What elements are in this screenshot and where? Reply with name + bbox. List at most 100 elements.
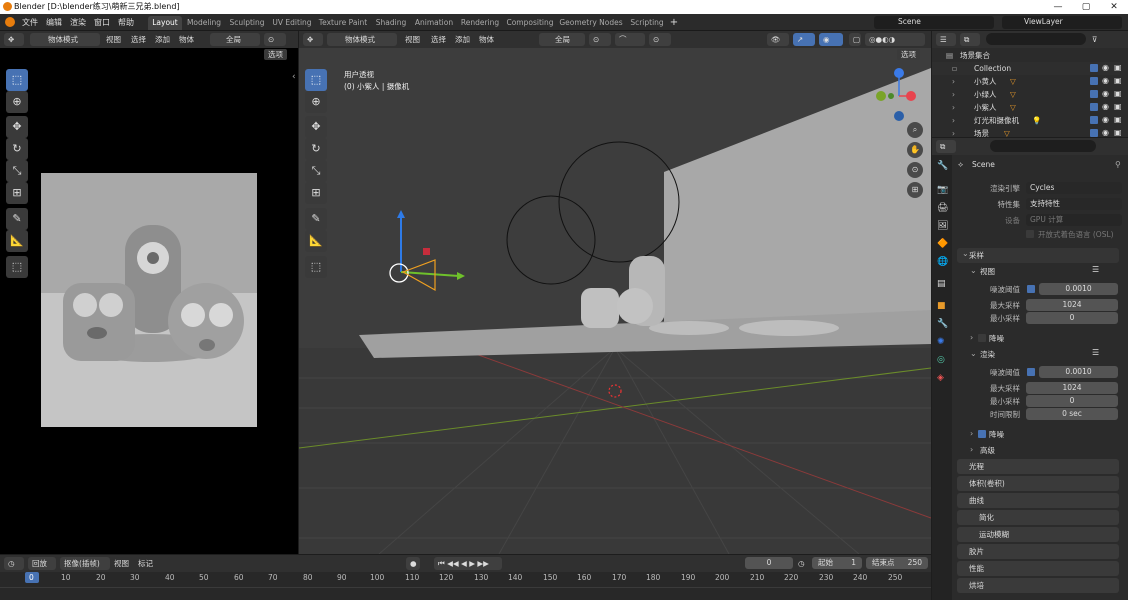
performance-section[interactable]: 性能 (957, 561, 1119, 576)
overlay-toggle-icon[interactable]: ◉ (819, 33, 843, 46)
expand-arrow-icon[interactable]: › (952, 101, 955, 114)
material-tab-icon[interactable]: ◈ (937, 373, 944, 383)
add-workspace-button[interactable]: + (669, 16, 679, 30)
render-tab-icon[interactable]: 📷 (937, 185, 948, 195)
vp-rotate-tool[interactable]: ↻ (305, 138, 327, 160)
particles-tab-icon[interactable]: ✺ (937, 337, 945, 347)
vp-orientation-dropdown[interactable]: 全局 (539, 33, 585, 46)
close-button[interactable]: ✕ (1100, 0, 1128, 14)
volumes-section[interactable]: 体积(卷积) (957, 476, 1119, 491)
physics-tab-icon[interactable]: ◎ (937, 355, 945, 365)
output-tab-icon[interactable]: 🖨 (937, 203, 948, 213)
vp-select-box-tool[interactable]: ⬚ (305, 69, 327, 91)
expand-arrow-icon[interactable]: › (952, 75, 955, 88)
view-layer-tab-icon[interactable]: 🖼 (937, 221, 948, 231)
tab-compositing[interactable]: Compositing (505, 16, 555, 30)
menu-select[interactable]: 选择 (131, 33, 146, 46)
vp-proportional-icon[interactable]: ⊙ (649, 33, 671, 46)
render-camera-icon[interactable]: ▣ (1114, 115, 1123, 124)
ortho-grid-icon[interactable]: ⊞ (907, 182, 923, 198)
playback-menu[interactable]: 回放 (28, 557, 56, 570)
bake-section[interactable]: 烘培 (957, 578, 1119, 593)
osl-checkbox[interactable] (1026, 230, 1034, 238)
feature-set-dropdown[interactable]: 支持特性 (1026, 198, 1122, 210)
shading-modes[interactable]: ◎●◐◑ (865, 33, 925, 46)
frame-start-field[interactable]: 起始 1 (812, 557, 862, 569)
tab-scripting[interactable]: Scripting (627, 16, 667, 30)
menu-edit[interactable]: 编辑 (43, 16, 65, 29)
outliner-row-scene-collection[interactable]: ▤ 场景集合 (932, 49, 1120, 62)
snap-icon[interactable]: ⊙ (264, 33, 286, 46)
list-menu-icon[interactable]: ☰ (1092, 265, 1099, 274)
noise-threshold-field[interactable]: 0.0010 (1039, 283, 1118, 295)
editor-type-icon[interactable]: ✥ (4, 33, 24, 46)
vp-menu-select[interactable]: 选择 (431, 33, 446, 46)
object-tab-icon[interactable]: ■ (937, 301, 946, 311)
tab-shading[interactable]: Shading (373, 16, 409, 30)
sampling-section[interactable]: 采样 (957, 248, 1119, 263)
vp-snap-icon[interactable]: ⌒ (615, 33, 645, 46)
playback-controls[interactable]: ⏮ ◀◀ ◀ ▶ ▶▶ ⏭ (434, 557, 502, 581)
vp-pivot-icon[interactable]: ⊙ (589, 33, 611, 46)
scale-tool[interactable]: ⤡ (6, 160, 28, 182)
clock-icon[interactable]: ◷ (798, 557, 805, 570)
vp-menu-view[interactable]: 视图 (405, 33, 420, 46)
navigation-gizmo[interactable] (871, 66, 931, 126)
vp-mode-dropdown[interactable]: 物体模式 (327, 33, 397, 46)
cursor-tool[interactable]: ⊕ (6, 91, 28, 113)
curves-section[interactable]: 曲线 (957, 493, 1119, 508)
visibility-eye-icon[interactable]: ◉ (1102, 89, 1111, 98)
frame-end-field[interactable]: 结束点 250 (866, 557, 928, 569)
xray-icon[interactable]: ▢ (849, 33, 861, 46)
tab-texture-paint[interactable]: Texture Paint (317, 16, 369, 30)
render-engine-dropdown[interactable]: Cycles (1026, 182, 1122, 194)
render-denoise-checkbox[interactable] (978, 430, 986, 438)
vp-move-tool[interactable]: ✥ (305, 116, 327, 138)
min-samples-field[interactable]: 0 (1026, 312, 1118, 324)
current-frame-field[interactable]: 0 (745, 557, 793, 569)
vp-transform-tool[interactable]: ⊞ (305, 182, 327, 204)
exclude-checkbox[interactable] (1090, 77, 1098, 85)
render-camera-icon[interactable]: ▣ (1114, 128, 1123, 137)
properties-editor-icon[interactable]: ⧉ (936, 140, 956, 153)
scene-selector[interactable]: Scene (874, 16, 994, 29)
max-samples-field[interactable]: 1024 (1026, 299, 1118, 311)
tab-animation[interactable]: Animation (413, 16, 455, 30)
exclude-checkbox[interactable] (1090, 116, 1098, 124)
tab-uv-editing[interactable]: UV Editing (271, 16, 313, 30)
select-box-tool[interactable]: ⬚ (6, 69, 28, 91)
visibility-icon[interactable]: 👁 (767, 33, 789, 46)
visibility-eye-icon[interactable]: ◉ (1102, 115, 1111, 124)
pan-hand-icon[interactable]: ✋ (907, 142, 923, 158)
viewlayer-selector[interactable]: ViewLayer (1002, 16, 1122, 29)
mode-dropdown[interactable]: 物体模式 (30, 33, 100, 46)
film-section[interactable]: 胶片 (957, 544, 1119, 559)
filter-icon[interactable]: ⊽ (1092, 33, 1098, 46)
menu-window[interactable]: 窗口 (91, 16, 113, 29)
noise-threshold-checkbox[interactable] (1027, 285, 1035, 293)
camera-view-icon[interactable]: ⊙ (907, 162, 923, 178)
visibility-eye-icon[interactable]: ◉ (1102, 63, 1111, 72)
outliner-editor-icon[interactable]: ☰ (936, 33, 956, 46)
gizmo-toggle-icon[interactable]: ↗ (793, 33, 815, 46)
list-menu-icon[interactable]: ☰ (1092, 348, 1099, 357)
light-paths-section[interactable]: 光程 (957, 459, 1119, 474)
tab-layout[interactable]: Layout (148, 16, 182, 30)
vp-menu-add[interactable]: 添加 (455, 33, 470, 46)
marker-menu[interactable]: 标记 (138, 557, 153, 570)
zoom-icon[interactable]: ⌕ (907, 122, 923, 138)
render-camera-icon[interactable]: ▣ (1114, 89, 1123, 98)
minimize-button[interactable]: — (1044, 0, 1072, 14)
rotate-tool[interactable]: ↻ (6, 138, 28, 160)
add-cube-tool[interactable]: ⬚ (6, 256, 28, 278)
menu-add[interactable]: 添加 (155, 33, 170, 46)
3d-viewport[interactable]: 用户透视 (0) 小紫人 | 摄像机 选项 ⬚ ⊕ ✥ ↻ ⤡ ⊞ ✎ 📐 ⬚ … (299, 48, 931, 554)
menu-object[interactable]: 物体 (179, 33, 194, 46)
render-camera-icon[interactable]: ▣ (1114, 76, 1123, 85)
exclude-checkbox[interactable] (1090, 64, 1098, 72)
tab-sculpting[interactable]: Sculpting (227, 16, 267, 30)
render-camera-icon[interactable]: ▣ (1114, 102, 1123, 111)
annotate-tool[interactable]: ✎ (6, 208, 28, 230)
transform-tool[interactable]: ⊞ (6, 182, 28, 204)
outliner-search-input[interactable] (986, 33, 1086, 45)
